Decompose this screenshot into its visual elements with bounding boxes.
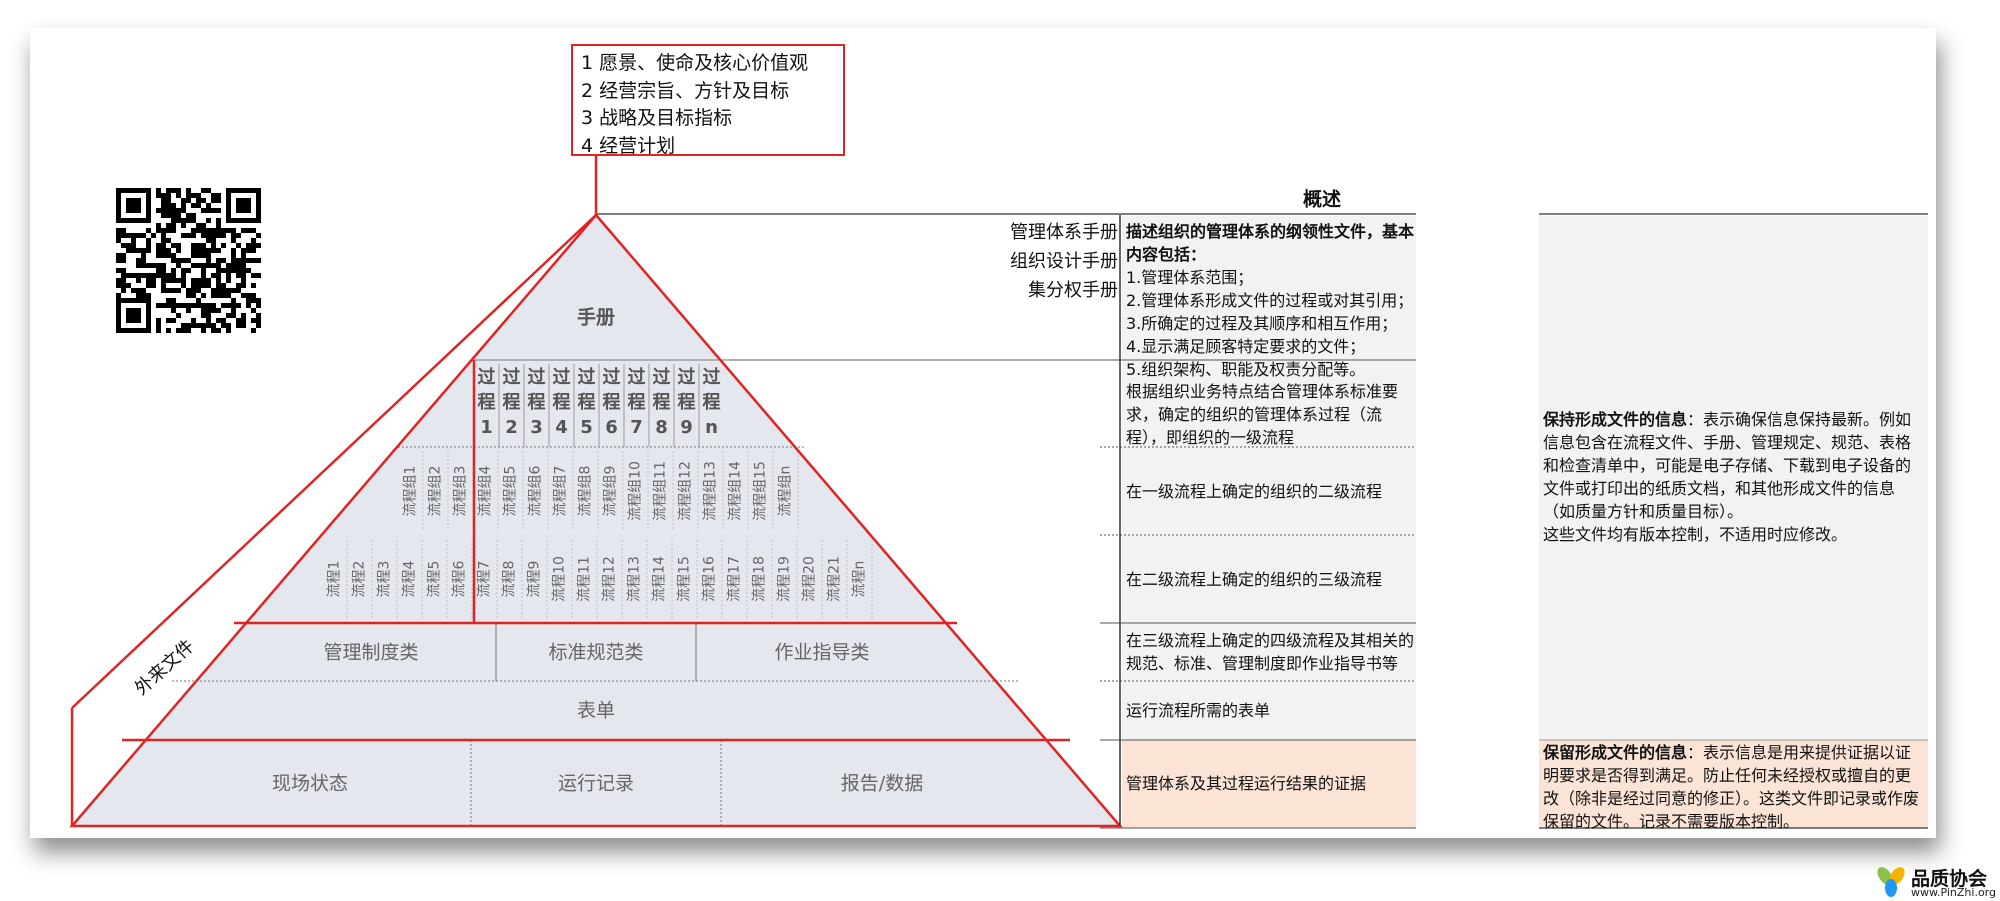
- flow-label: 流程17: [727, 556, 743, 602]
- process-group-label: 流程组3: [453, 466, 469, 517]
- process-group-label: 流程组14: [728, 461, 744, 521]
- flow-label: 流程7: [477, 561, 493, 598]
- manual-title-org: 组织设计手册: [1010, 251, 1118, 272]
- records-description: 管理体系及其过程运行结果的证据: [1126, 774, 1367, 793]
- process-group-label: 流程组5: [503, 466, 519, 517]
- level2-description: 在一级流程上确定的组织的二级流程: [1126, 482, 1383, 501]
- maintain-title: 保持形成文件的信息: [1543, 410, 1688, 429]
- goal-item: 3 战略及目标指标: [581, 107, 733, 129]
- manual-title-qms: 管理体系手册: [1010, 222, 1118, 243]
- flow-label: 流程11: [577, 556, 593, 602]
- process-label: 过程 n: [703, 366, 721, 438]
- process-group-label: 流程组7: [553, 466, 569, 517]
- maintain-note: 这些文件均有版本控制，不适用时应修改。: [1543, 525, 1848, 544]
- goal-item: 4 经营计划: [581, 134, 676, 157]
- process-group-label: 流程组9: [603, 466, 619, 517]
- process-group-label: 流程组15: [753, 461, 769, 521]
- flow-label: 流程6: [452, 560, 468, 597]
- level4-description: 在三级流程上确定的四级流程及其相关的规范、标准、管理制度即作业指导书等: [1126, 631, 1415, 673]
- process-group-label: 流程组6: [528, 465, 544, 516]
- retain-title: 保留形成文件的信息: [1543, 743, 1688, 762]
- process-group-label: 流程组8: [578, 466, 594, 517]
- manual-desc-title: 描述组织的管理体系的纲领性文件，基本内容包括：: [1126, 222, 1415, 264]
- process-group-label: 流程组2: [428, 466, 444, 517]
- goal-item: 1 愿景、使命及核心价值观: [581, 52, 809, 74]
- goal-item: 2 经营宗旨、方针及目标: [581, 79, 790, 102]
- flow-label: 流程13: [627, 556, 643, 602]
- manual-description: 描述组织的管理体系的纲领性文件，基本内容包括： 1.管理体系范围； 2.管理体系…: [1126, 220, 1414, 381]
- forms-label: 表单: [577, 700, 615, 722]
- flow-label: 流程20: [802, 556, 818, 602]
- process-group-label: 流程组10: [628, 461, 644, 521]
- level4-manage: 管理制度类: [323, 642, 418, 664]
- manual-desc-item: 4.显示满足顾客特定要求的文件；: [1126, 337, 1366, 356]
- flow-label: 流程10: [552, 556, 568, 602]
- record-report: 报告/数据: [841, 773, 923, 795]
- process-group-label: 流程组11: [653, 461, 669, 521]
- flow-label: 流程2: [352, 561, 368, 598]
- level1-description: 根据组织业务特点结合管理体系标准要求，确定的组织的管理体系过程（流程），即组织的…: [1126, 382, 1399, 447]
- flow-label: 流程3: [377, 561, 393, 598]
- maintain-info: 保持形成文件的信息：表示确保信息保持最新。例如信息包含在流程文件、手册、管理规定…: [1543, 408, 1923, 546]
- qr-code-icon: [116, 188, 261, 333]
- process-group-label: 流程组n: [778, 466, 794, 517]
- process-group-label: 流程组4: [478, 465, 494, 516]
- level4-work: 作业指导类: [774, 642, 869, 664]
- level3-description: 在二级流程上确定的组织的三级流程: [1126, 570, 1383, 589]
- flow-label: 流程15: [677, 556, 693, 602]
- forms-description: 运行流程所需的表单: [1126, 701, 1271, 720]
- process-group-label: 流程组12: [678, 461, 694, 521]
- record-run: 运行记录: [558, 773, 634, 795]
- flow-label: 流程21: [827, 556, 843, 602]
- manual-desc-item: 2.管理体系形成文件的过程或对其引用；: [1126, 291, 1414, 310]
- manual-desc-item: 5.组织架构、职能及权责分配等。: [1126, 360, 1366, 379]
- flow-label: 流程5: [427, 561, 443, 598]
- flow-label: 流程n: [852, 561, 868, 598]
- leaf-logo-icon: [1877, 867, 1905, 897]
- flow-label: 流程14: [652, 556, 668, 602]
- process-group-label: 流程组13: [703, 461, 719, 521]
- logo-url: www.PinZhi.org: [1911, 886, 1996, 899]
- manual-titles: 管理体系手册 组织设计手册 集分权手册: [900, 216, 1118, 316]
- flow-label: 流程8: [502, 561, 518, 598]
- pinzhi-logo: 品质协会 www.PinZhi.org: [1874, 862, 2000, 901]
- flow-label: 流程16: [702, 556, 718, 602]
- flow-label: 流程12: [602, 556, 618, 602]
- level4-standard: 标准规范类: [548, 642, 643, 664]
- process-group-label: 流程组1: [403, 466, 419, 517]
- flow-label: 流程1: [327, 561, 343, 598]
- manual-desc-item: 3.所确定的过程及其顺序和相互作用；: [1126, 314, 1398, 333]
- goals-box: 1 愿景、使命及核心价值观 2 经营宗旨、方针及目标 3 战略及目标指标 4 经…: [571, 44, 845, 157]
- flow-label: 流程19: [777, 556, 793, 602]
- manual-desc-item: 1.管理体系范围；: [1126, 268, 1254, 287]
- overview-header: 概述: [1303, 189, 1341, 211]
- handbook-label: 手册: [577, 306, 615, 329]
- manual-title-auth: 集分权手册: [1028, 280, 1118, 301]
- flow-label: 流程9: [527, 561, 543, 598]
- record-site: 现场状态: [272, 773, 348, 795]
- flow-label: 流程18: [752, 556, 768, 602]
- flow-label: 流程4: [402, 560, 418, 597]
- retain-info: 保留形成文件的信息：表示信息是用来提供证据以证明要求是否得到满足。防止任何未经授…: [1543, 741, 1923, 833]
